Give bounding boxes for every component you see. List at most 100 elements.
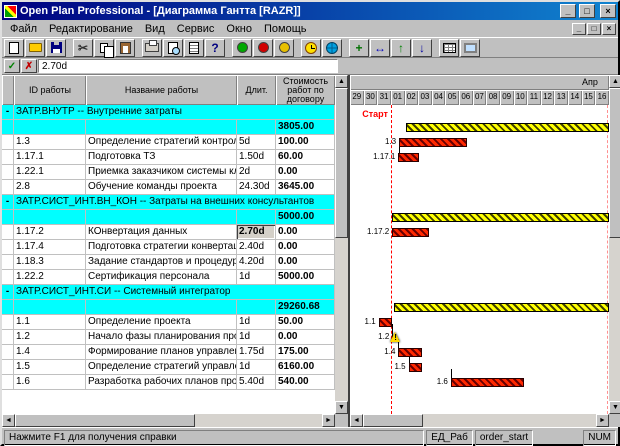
cell-activity-id[interactable]: 1.17.2 [14, 225, 86, 240]
cell-activity-id[interactable]: 1.2 [14, 330, 86, 345]
cut-button[interactable]: ✂ [73, 39, 93, 57]
outline-cell[interactable] [2, 330, 14, 345]
cell-activity-id[interactable] [14, 300, 86, 315]
warning-milestone-icon[interactable]: ! [390, 332, 400, 342]
outline-cell[interactable] [2, 375, 14, 390]
cell-duration[interactable]: 5d [237, 135, 276, 150]
cell-activity-id[interactable]: 1.4 [14, 345, 86, 360]
outline-cell[interactable] [2, 120, 14, 135]
outline-toggle[interactable]: - [2, 285, 14, 300]
save-file-button[interactable] [46, 39, 66, 57]
cell-duration[interactable]: 2.40d [237, 240, 276, 255]
table-row[interactable]: -ЗАТР.СИСТ_ИНТ.ВН_КОН -- Затраты на внеш… [2, 195, 335, 210]
cell-activity-name[interactable]: Определение проекта [86, 315, 237, 330]
task-bar[interactable] [392, 228, 429, 237]
cell-activity-name[interactable] [86, 300, 237, 315]
cell-activity-name[interactable]: Приемка заказчиком системы клиент [86, 165, 237, 180]
time-analysis-button[interactable] [232, 39, 252, 57]
cell-duration[interactable]: 1.50d [237, 150, 276, 165]
menu-item-Сервис[interactable]: Сервис [171, 22, 221, 36]
mdi-close-button[interactable]: × [602, 23, 616, 35]
new-file-button[interactable] [4, 39, 24, 57]
edit-value-input[interactable] [38, 59, 338, 73]
outline-cell[interactable] [2, 300, 14, 315]
cell-duration[interactable] [237, 210, 276, 225]
scrollbar-thumb[interactable] [363, 414, 423, 427]
scroll-up-icon[interactable]: ▲ [335, 75, 348, 88]
add-activity-button[interactable]: + [349, 39, 369, 57]
scroll-down-icon[interactable]: ▼ [609, 401, 620, 414]
cell-activity-id[interactable]: 1.22.1 [14, 165, 86, 180]
table-row[interactable]: 1.22.2Сертификация персонала1d5000.00 [2, 270, 335, 285]
cell-cost[interactable]: 5000.00 [276, 210, 335, 225]
table-row[interactable]: 5000.00 [2, 210, 335, 225]
cell-cost[interactable]: 175.00 [276, 345, 335, 360]
cell-duration[interactable]: 24.30d [237, 180, 276, 195]
table-row[interactable]: -ЗАТР.ВНУТР -- Внутренние затраты [2, 105, 335, 120]
close-button[interactable]: × [600, 4, 616, 18]
gantt-horizontal-scrollbar[interactable]: ◄ ► [350, 414, 609, 427]
minimize-button[interactable]: _ [560, 4, 576, 18]
task-bar[interactable] [398, 348, 422, 357]
summary-bar[interactable] [394, 303, 609, 312]
table-row[interactable]: 1.18.3Задание стандартов и процедур по д… [2, 255, 335, 270]
cell-activity-id[interactable]: 1.5 [14, 360, 86, 375]
cell-activity-name[interactable]: Формирование планов управления [86, 345, 237, 360]
cell-activity-name[interactable]: Определение стратегий управления и [86, 360, 237, 375]
outline-toggle[interactable]: - [2, 195, 14, 210]
outline-cell[interactable] [2, 240, 14, 255]
cell-activity-id[interactable] [14, 210, 86, 225]
menu-item-Файл[interactable]: Файл [4, 22, 43, 36]
cell-activity-name[interactable]: Сертификация персонала [86, 270, 237, 285]
cell-activity-id[interactable]: 1.17.4 [14, 240, 86, 255]
mdi-minimize-button[interactable]: _ [572, 23, 586, 35]
scrollbar-thumb[interactable] [335, 88, 348, 238]
gantt-vertical-scrollbar[interactable]: ▲ ▼ [609, 75, 620, 414]
cell-duration[interactable] [237, 300, 276, 315]
cell-duration[interactable]: 2.70d [237, 225, 276, 240]
properties-button[interactable] [184, 39, 204, 57]
outline-cell[interactable] [2, 150, 14, 165]
cell-cost[interactable]: 540.00 [276, 375, 335, 390]
app-icon[interactable] [4, 5, 17, 18]
menu-item-Вид[interactable]: Вид [139, 22, 171, 36]
summary-bar[interactable] [406, 123, 609, 132]
table-view-button[interactable] [439, 39, 459, 57]
scroll-up-icon[interactable]: ▲ [609, 75, 620, 88]
cell-cost[interactable]: 0.00 [276, 255, 335, 270]
mdi-restore-button[interactable]: □ [587, 23, 601, 35]
move-down-button[interactable]: ↓ [412, 39, 432, 57]
table-row[interactable]: 1.5Определение стратегий управления и1d6… [2, 360, 335, 375]
cost-analysis-button[interactable] [274, 39, 294, 57]
scroll-left-icon[interactable]: ◄ [2, 414, 15, 427]
cell-activity-name[interactable]: Задание стандартов и процедур по д [86, 255, 237, 270]
column-header-id[interactable]: ID работы [14, 75, 86, 105]
help-button[interactable]: ? [205, 39, 225, 57]
menu-item-Окно[interactable]: Окно [220, 22, 258, 36]
cell-cost[interactable]: 0.00 [276, 330, 335, 345]
cell-cost[interactable]: 0.00 [276, 240, 335, 255]
outline-cell[interactable] [2, 345, 14, 360]
resource-analysis-button[interactable] [253, 39, 273, 57]
cell-activity-id[interactable]: 1.17.1 [14, 150, 86, 165]
cell-activity-name[interactable]: Разработка рабочих планов проекта [86, 375, 237, 390]
task-bar[interactable] [398, 153, 418, 162]
column-header-duration[interactable]: Длит. [237, 75, 276, 105]
cell-duration[interactable]: 2d [237, 165, 276, 180]
table-row[interactable]: 1.17.4Подготовка стратегии конвертации2.… [2, 240, 335, 255]
copy-button[interactable] [94, 39, 114, 57]
outline-cell[interactable] [2, 315, 14, 330]
task-bar[interactable] [399, 138, 467, 147]
cell-activity-name[interactable] [86, 210, 237, 225]
cell-duration[interactable]: 5.40d [237, 375, 276, 390]
table-row[interactable]: 29260.68 [2, 300, 335, 315]
cancel-edit-button[interactable]: ✗ [21, 59, 37, 73]
cell-cost[interactable]: 29260.68 [276, 300, 335, 315]
cell-duration[interactable]: 4.20d [237, 255, 276, 270]
cell-duration[interactable]: 1d [237, 315, 276, 330]
outline-cell[interactable] [2, 210, 14, 225]
cell-activity-id[interactable]: 1.18.3 [14, 255, 86, 270]
cell-activity-id[interactable]: 1.1 [14, 315, 86, 330]
column-header-outline[interactable] [2, 75, 14, 105]
outline-cell[interactable] [2, 360, 14, 375]
